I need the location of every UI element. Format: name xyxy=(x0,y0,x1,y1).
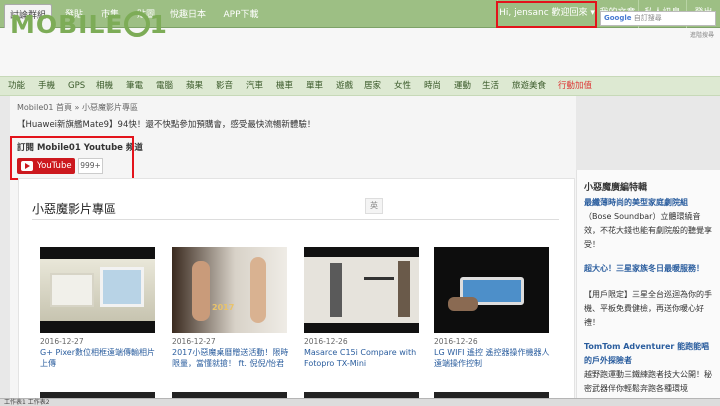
panel-divider xyxy=(32,219,559,220)
video-date: 2016-12-27 xyxy=(40,337,84,346)
video-thumbnail[interactable]: 2017 xyxy=(172,247,287,333)
tab-app-download[interactable]: APP下載 xyxy=(218,4,264,28)
nav-item[interactable]: 生活 xyxy=(482,77,499,97)
nav-item[interactable]: 女性 xyxy=(394,77,411,97)
highlight-box-youtube xyxy=(10,136,134,180)
site-logo[interactable]: MOBILE 1 xyxy=(10,10,168,39)
advanced-search-link[interactable]: 進階搜尋 xyxy=(690,30,714,39)
video-title[interactable]: 2017小惡魔桌曆贈送活動！限時限量，當懂就搶！ ft. 倪倪/怡君 xyxy=(172,347,292,369)
nav-item[interactable]: GPS xyxy=(68,77,85,97)
video-date: 2016-12-27 xyxy=(172,337,216,346)
nav-item[interactable]: 機車 xyxy=(276,77,293,97)
nav-item[interactable]: 電腦 xyxy=(156,77,173,97)
sidebar-text: 【用戶限定】三星全台巡迴為你的手機、平板免費健檢，再送你暖心好禮！ xyxy=(584,290,712,327)
highlight-box-user xyxy=(496,1,597,28)
nav-item[interactable]: 時尚 xyxy=(424,77,441,97)
video-title[interactable]: Masarce C15i Compare with Fotopro TX-Min… xyxy=(304,347,424,369)
sidebar-link[interactable]: 超大心！三星家族冬日最暖服務！ xyxy=(584,262,714,276)
tab-japan[interactable]: 悅趣日本 xyxy=(166,4,210,28)
video-date: 2016-12-26 xyxy=(304,337,348,346)
video-thumbnail[interactable] xyxy=(40,247,155,333)
nav-item[interactable]: 功能 xyxy=(8,77,25,97)
video-title[interactable]: G+ Pixer數位相框遠端傳輸相片上傳 xyxy=(40,347,160,369)
nav-item[interactable]: 居家 xyxy=(364,77,381,97)
nav-item[interactable]: 手機 xyxy=(38,77,55,97)
video-thumbnail[interactable] xyxy=(434,247,549,333)
search-placeholder: 自訂搜尋 xyxy=(633,14,662,22)
video-title[interactable]: LG WIFI 遙控 遙控器操作機器人 遠端操作控制 xyxy=(434,347,554,369)
nav-item[interactable]: 行動加值 xyxy=(558,77,592,97)
logo-circle xyxy=(123,11,150,37)
video-card[interactable]: 2016-12-26 LG WIFI 遙控 遙控器操作機器人 遠端操作控制 xyxy=(434,247,550,368)
logo-number: 1 xyxy=(149,10,168,39)
sidebar-text: 越野跑運動三鐵練跑者技大公開！秘密武器伴你輕鬆奔跑各種環境 xyxy=(584,370,712,393)
sidebar-text: （Bose Soundbar）立體環繞音效，不花大錢也能有劇院般的聽覺享受！ xyxy=(584,212,712,249)
logo-text: MOBILE xyxy=(10,10,124,39)
search-input[interactable]: Google 自訂搜尋 xyxy=(600,11,716,26)
nav-item[interactable]: 遊戲 xyxy=(336,77,353,97)
nav-item[interactable]: 單車 xyxy=(306,77,323,97)
nav-item[interactable]: 相機 xyxy=(96,77,113,97)
sidebar-link[interactable]: 最纖薄時尚的美型家庭劇院組 xyxy=(584,196,714,210)
video-card[interactable]: 2016-12-27 G+ Pixer數位相框遠端傳輸相片上傳 xyxy=(40,247,155,368)
nav-item[interactable]: 影音 xyxy=(216,77,233,97)
google-label: Google xyxy=(604,14,632,22)
sidebar-heading: 小惡魔廣編特輯 xyxy=(584,183,648,193)
video-date: 2016-12-26 xyxy=(434,337,478,346)
sheet-tabs-bar[interactable]: 工作表1 工作表2 xyxy=(0,398,720,406)
language-badge[interactable]: 英 xyxy=(365,198,383,214)
video-card[interactable]: 2017 2016-12-27 2017小惡魔桌曆贈送活動！限時限量，當懂就搶！… xyxy=(172,247,288,368)
breadcrumb[interactable]: Mobile01 首頁 » 小惡魔影片專區 xyxy=(17,102,138,113)
nav-item[interactable]: 汽車 xyxy=(246,77,263,97)
video-card[interactable]: 2016-12-26 Masarce C15i Compare with Fot… xyxy=(304,247,419,368)
nav-item[interactable]: 運動 xyxy=(454,77,471,97)
promo-notice[interactable]: 【Huawei新旗艦Mate9】94快！還不快點參加預購會，感受最快流暢新體驗！ xyxy=(17,118,315,130)
panel-title: 小惡魔影片專區 xyxy=(32,202,117,216)
nav-item[interactable]: 筆電 xyxy=(126,77,143,97)
nav-item[interactable]: 旅遊美食 xyxy=(512,77,546,97)
nav-item[interactable]: 蘋果 xyxy=(186,77,203,97)
category-nav: 功能 手機 GPS 相機 筆電 電腦 蘋果 影音 汽車 機車 單車 遊戲 居家 … xyxy=(0,76,720,96)
video-thumbnail[interactable] xyxy=(304,247,419,333)
sidebar-link[interactable]: TomTom Adventurer 能跑能唱的戶外探險者 xyxy=(584,340,714,368)
